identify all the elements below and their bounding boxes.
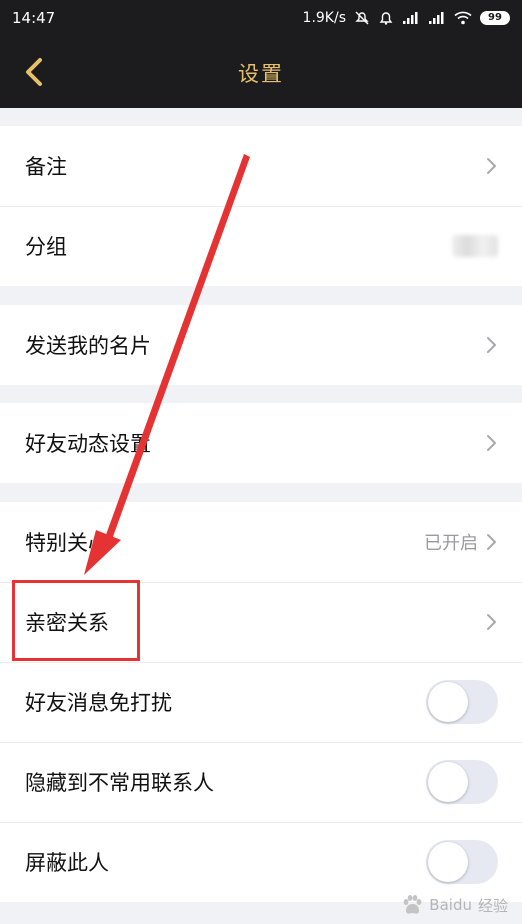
row-label: 隐藏到不常用联系人: [25, 771, 214, 795]
special-care-status: 已开启: [424, 533, 478, 554]
chevron-right-icon: [487, 614, 496, 630]
row-label: 好友动态设置: [25, 432, 151, 456]
do-not-disturb-toggle[interactable]: [426, 680, 498, 724]
row-label: 好友消息免打扰: [25, 691, 172, 715]
chevron-right-icon: [487, 337, 496, 353]
row-block-person: 屏蔽此人: [0, 822, 522, 902]
row-hide-infrequent: 隐藏到不常用联系人: [0, 742, 522, 822]
nav-bar: 设置: [0, 36, 522, 108]
chevron-right-icon: [487, 534, 496, 550]
row-send-my-card[interactable]: 发送我的名片: [0, 305, 522, 385]
toggle-knob: [428, 682, 468, 722]
row-group[interactable]: 分组: [0, 206, 522, 286]
row-friend-moments-settings[interactable]: 好友动态设置: [0, 403, 522, 483]
status-icons: 1.9K/s 99: [303, 10, 510, 26]
settings-group-relationship: 特别关心 已开启 亲密关系 好友消息免打扰 隐藏到不常用联系人 屏蔽此人: [0, 502, 522, 902]
page-title: 设置: [238, 62, 284, 86]
settings-group-moments: 好友动态设置: [0, 403, 522, 483]
row-special-care[interactable]: 特别关心 已开启: [0, 502, 522, 582]
settings-group-card: 发送我的名片: [0, 305, 522, 385]
row-remark[interactable]: 备注: [0, 126, 522, 206]
chevron-right-icon: [487, 158, 496, 174]
status-time: 14:47: [12, 9, 56, 27]
row-label: 备注: [25, 155, 67, 179]
toggle-knob: [428, 762, 468, 802]
settings-group-remark: 备注 分组: [0, 126, 522, 286]
status-bar: 14:47 1.9K/s 99: [0, 0, 522, 36]
row-label: 屏蔽此人: [25, 851, 109, 875]
row-label: 特别关心: [25, 531, 109, 555]
row-do-not-disturb: 好友消息免打扰: [0, 662, 522, 742]
network-speed: 1.9K/s: [302, 10, 346, 26]
block-person-toggle[interactable]: [426, 840, 498, 884]
battery-icon: 99: [480, 11, 510, 25]
wifi-icon: [454, 11, 472, 25]
alarm-icon: [378, 10, 394, 26]
signal-icon: [428, 11, 446, 25]
row-label: 分组: [25, 235, 67, 259]
row-intimate-relationship[interactable]: 亲密关系: [0, 582, 522, 662]
signal-icon: [402, 11, 420, 25]
hide-infrequent-toggle[interactable]: [426, 760, 498, 804]
chevron-right-icon: [487, 435, 496, 451]
row-label: 发送我的名片: [25, 334, 151, 358]
blurred-group-value: [452, 235, 498, 257]
row-label: 亲密关系: [25, 611, 109, 635]
toggle-knob: [428, 842, 468, 882]
mute-icon: [354, 10, 370, 26]
